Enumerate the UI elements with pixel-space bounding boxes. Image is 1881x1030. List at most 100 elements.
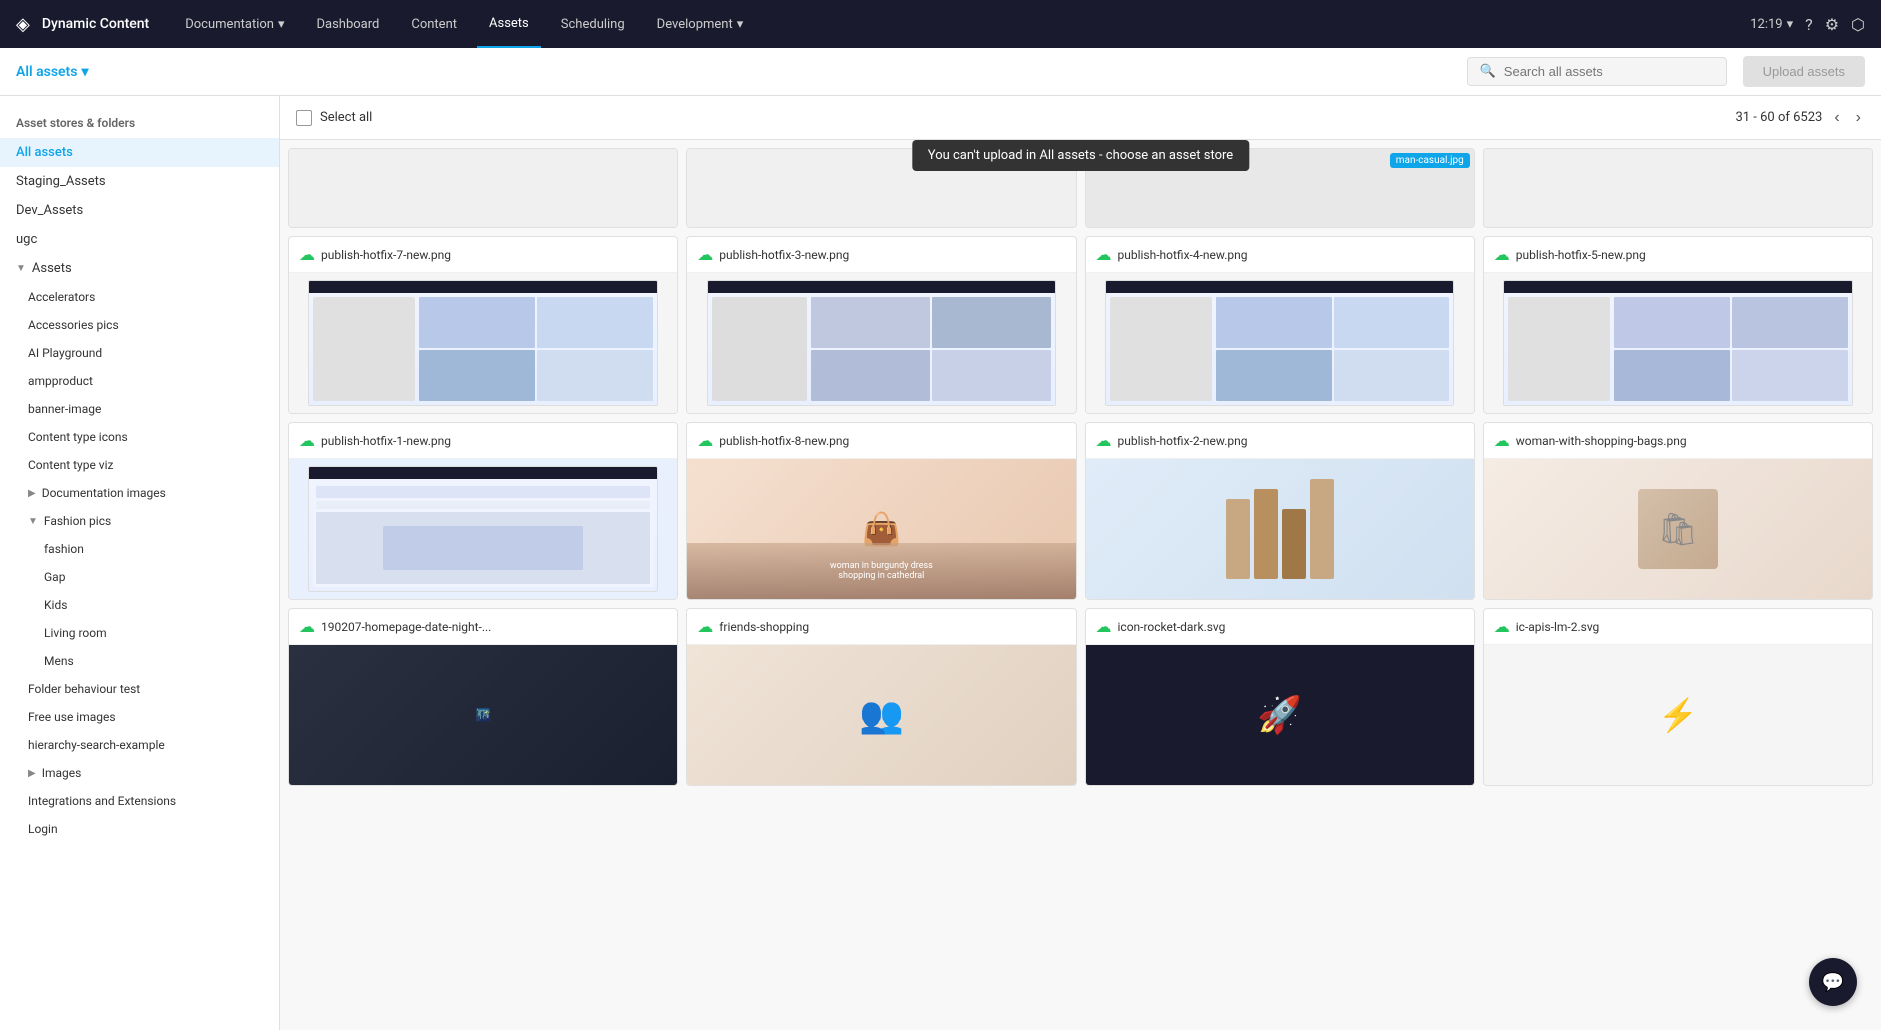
sidebar-item-content-type-icons[interactable]: Content type icons [0,423,279,451]
asset-thumbnail [1484,273,1872,413]
nav-clock: 12:19 ▾ [1750,17,1793,32]
asset-card[interactable]: ☁ publish-hotfix-2-new.png [1085,422,1475,600]
sidebar-item-documentation-images[interactable]: ▶ Documentation images [0,479,279,507]
pagination: 31 - 60 of 6523 ‹ › [1735,105,1865,131]
sidebar-item-living-room[interactable]: Living room [0,619,279,647]
cloud-icon: ☁ [299,245,315,264]
asset-card[interactable] [1483,148,1873,228]
asset-header: ☁ icon-rocket-dark.svg [1086,609,1474,645]
asset-header: ☁ 190207-homepage-date-night-... [289,609,677,645]
asset-name: publish-hotfix-4-new.png [1118,248,1464,262]
sidebar-item-banner[interactable]: banner-image [0,395,279,423]
asset-thumbnail [289,459,677,599]
sidebar-item-accelerators[interactable]: Accelerators [0,283,279,311]
search-box[interactable]: 🔍 [1467,57,1727,86]
sidebar-item-login[interactable]: Login [0,815,279,843]
asset-thumbnail [289,273,677,413]
asset-card[interactable]: ☁ publish-hotfix-5-new.png [1483,236,1873,414]
chevron-down-icon: ▾ [278,17,285,32]
cloud-icon: ☁ [1494,617,1510,636]
nav-scheduling[interactable]: Scheduling [549,0,637,48]
asset-header: ☁ publish-hotfix-4-new.png [1086,237,1474,273]
next-page-button[interactable]: › [1852,105,1865,131]
asset-card[interactable]: ☁ ic-apis-lm-2.svg ⚡ [1483,608,1873,786]
main-layout: Asset stores & folders All assets Stagin… [0,96,1881,1030]
sidebar-item-hierarchy[interactable]: hierarchy-search-example [0,731,279,759]
top-navigation: ◈ Dynamic Content Documentation ▾ Dashbo… [0,0,1881,48]
asset-name: woman-with-shopping-bags.png [1516,434,1862,448]
asset-thumbnail: 👜 woman in burgundy dressshopping in cat… [687,459,1075,599]
asset-header: ☁ publish-hotfix-5-new.png [1484,237,1872,273]
asset-card[interactable]: ☁ woman-with-shopping-bags.png 🛍 [1483,422,1873,600]
select-all-checkbox[interactable] [296,110,312,126]
asset-card[interactable]: ☁ icon-rocket-dark.svg 🚀 [1085,608,1475,786]
cloud-icon: ☁ [1494,431,1510,450]
asset-card[interactable]: ☁ friends-shopping 👥 [686,608,1076,786]
sidebar-item-integrations[interactable]: Integrations and Extensions [0,787,279,815]
sidebar-item-ai-playground[interactable]: AI Playground [0,339,279,367]
asset-card[interactable]: ☁ publish-hotfix-8-new.png 👜 woman in bu… [686,422,1076,600]
asset-name: publish-hotfix-8-new.png [719,434,1065,448]
all-assets-dropdown[interactable]: All assets ▾ [16,64,88,80]
assets-grid: man-casual.jpg ☁ publish-hotfix-7-new.pn… [280,140,1881,1030]
sidebar-item-fashion[interactable]: fashion [0,535,279,563]
cloud-icon: ☁ [1096,617,1112,636]
sidebar-item-mens[interactable]: Mens [0,647,279,675]
user-profile-icon[interactable]: ⬡ [1851,15,1865,34]
asset-card[interactable]: ☁ publish-hotfix-4-new.png [1085,236,1475,414]
asset-name: publish-hotfix-2-new.png [1118,434,1464,448]
content-toolbar: Select all You can't upload in All asset… [280,96,1881,140]
asset-thumbnail [1086,459,1474,599]
search-input[interactable] [1504,64,1714,79]
sidebar-item-all-assets[interactable]: All assets [0,138,279,167]
chevron-right-icon: ▶ [28,768,36,779]
asset-card[interactable]: ☁ publish-hotfix-7-new.png [288,236,678,414]
nav-right-controls: 12:19 ▾ ? ⚙ ⬡ [1750,15,1865,34]
cloud-icon: ☁ [299,617,315,636]
nav-development[interactable]: Development ▾ [645,0,756,48]
chevron-right-icon: ▶ [28,488,36,499]
asset-card[interactable]: ☁ 190207-homepage-date-night-... 🌃 [288,608,678,786]
upload-button[interactable]: Upload assets [1743,56,1865,87]
help-icon[interactable]: ? [1805,15,1813,34]
nav-assets[interactable]: Assets [477,0,541,48]
asset-header: ☁ publish-hotfix-2-new.png [1086,423,1474,459]
sidebar-item-fashion-pics[interactable]: ▼ Fashion pics [0,507,279,535]
asset-card[interactable]: ☁ publish-hotfix-3-new.png [686,236,1076,414]
settings-icon[interactable]: ⚙ [1825,15,1839,34]
sidebar-item-folder-behaviour[interactable]: Folder behaviour test [0,675,279,703]
sidebar-item-gap[interactable]: Gap [0,563,279,591]
cloud-icon: ☁ [697,431,713,450]
sidebar-item-ugc[interactable]: ugc [0,225,279,254]
chat-button[interactable]: 💬 [1809,958,1857,1006]
asset-name: icon-rocket-dark.svg [1118,620,1464,634]
sidebar-item-assets[interactable]: ▼ Assets [0,254,279,283]
sidebar-item-free-use[interactable]: Free use images [0,703,279,731]
asset-header: ☁ publish-hotfix-3-new.png [687,237,1075,273]
nav-documentation[interactable]: Documentation ▾ [173,0,296,48]
sidebar-item-accessories[interactable]: Accessories pics [0,311,279,339]
asset-name: publish-hotfix-3-new.png [719,248,1065,262]
sidebar-item-images[interactable]: ▶ Images [0,759,279,787]
asset-name: publish-hotfix-5-new.png [1516,248,1862,262]
search-icon: 🔍 [1480,64,1496,79]
asset-thumbnail: ⚡ [1484,645,1872,785]
asset-thumbnail: 🚀 [1086,645,1474,785]
chevron-down-icon: ▾ [81,64,88,80]
sidebar-item-dev[interactable]: Dev_Assets [0,196,279,225]
sidebar-item-content-type-viz[interactable]: Content type viz [0,451,279,479]
sidebar-title: Asset stores & folders [0,108,279,138]
sidebar-item-staging[interactable]: Staging_Assets [0,167,279,196]
sidebar-item-kids[interactable]: Kids [0,591,279,619]
nav-content[interactable]: Content [399,0,469,48]
prev-page-button[interactable]: ‹ [1830,105,1843,131]
nav-dashboard[interactable]: Dashboard [305,0,392,48]
sidebar: Asset stores & folders All assets Stagin… [0,96,280,1030]
asset-card[interactable]: ☁ publish-hotfix-1-new.png [288,422,678,600]
upload-tooltip: You can't upload in All assets - choose … [912,140,1249,171]
asset-card[interactable] [288,148,678,228]
app-brand: Dynamic Content [42,16,149,32]
sidebar-item-ampproduct[interactable]: ampproduct [0,367,279,395]
chevron-down-icon: ▾ [1787,17,1794,32]
asset-name: ic-apis-lm-2.svg [1516,620,1862,634]
